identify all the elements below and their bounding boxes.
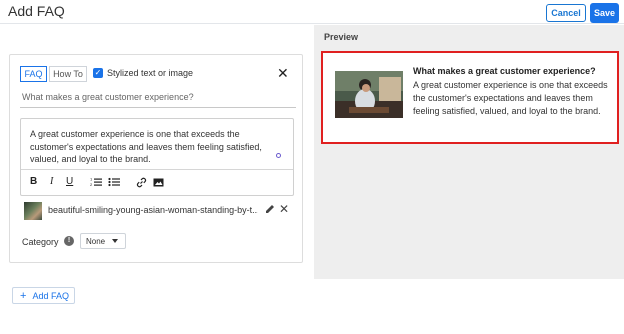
preview-answer: A great customer experience is one that …	[413, 80, 608, 116]
svg-text:2: 2	[90, 182, 93, 187]
question-input[interactable]: What makes a great customer experience?	[22, 92, 194, 102]
bullet-list-icon[interactable]	[108, 177, 120, 187]
info-icon[interactable]: !	[64, 236, 74, 246]
plus-icon: +	[20, 289, 27, 302]
question-underline	[20, 107, 296, 108]
preview-question: What makes a great customer experience?	[413, 66, 596, 76]
category-label: Category	[22, 237, 59, 247]
chevron-down-icon	[112, 239, 118, 243]
svg-text:1: 1	[90, 177, 93, 182]
page-title: Add FAQ	[8, 3, 65, 19]
add-faq-label: Add FAQ	[32, 290, 69, 301]
preview-heading: Preview	[324, 32, 359, 42]
answer-textarea[interactable]: A great customer experience is one that …	[30, 128, 280, 166]
top-bar	[0, 0, 624, 24]
pencil-icon[interactable]	[265, 204, 275, 214]
stylized-checkbox-label: Stylized text or image	[107, 68, 194, 78]
underline-button[interactable]: U	[66, 176, 73, 187]
category-select[interactable]: None	[80, 233, 126, 249]
tab-how-to[interactable]: How To	[49, 66, 87, 82]
attachment-thumbnail	[24, 202, 42, 220]
add-faq-button[interactable]: + Add FAQ	[12, 287, 75, 304]
remove-attachment-icon[interactable]: ✕	[279, 202, 289, 216]
link-icon[interactable]	[136, 177, 147, 188]
image-icon[interactable]	[153, 178, 164, 187]
toolbar-divider	[21, 169, 293, 170]
stylized-checkbox[interactable]: ✓	[93, 68, 103, 78]
bold-button[interactable]: B	[30, 176, 37, 187]
cancel-button[interactable]: Cancel	[546, 4, 586, 22]
preview-image	[335, 71, 403, 118]
tab-faq[interactable]: FAQ	[20, 66, 47, 82]
italic-button[interactable]: I	[50, 176, 53, 187]
attachment-filename: beautiful-smiling-young-asian-woman-stan…	[48, 205, 258, 215]
category-select-value: None	[86, 236, 106, 246]
grammar-check-icon[interactable]	[276, 153, 281, 158]
close-icon[interactable]: ✕	[277, 66, 289, 80]
ordered-list-icon[interactable]: 1 2	[90, 177, 102, 187]
save-button[interactable]: Save	[590, 3, 619, 23]
